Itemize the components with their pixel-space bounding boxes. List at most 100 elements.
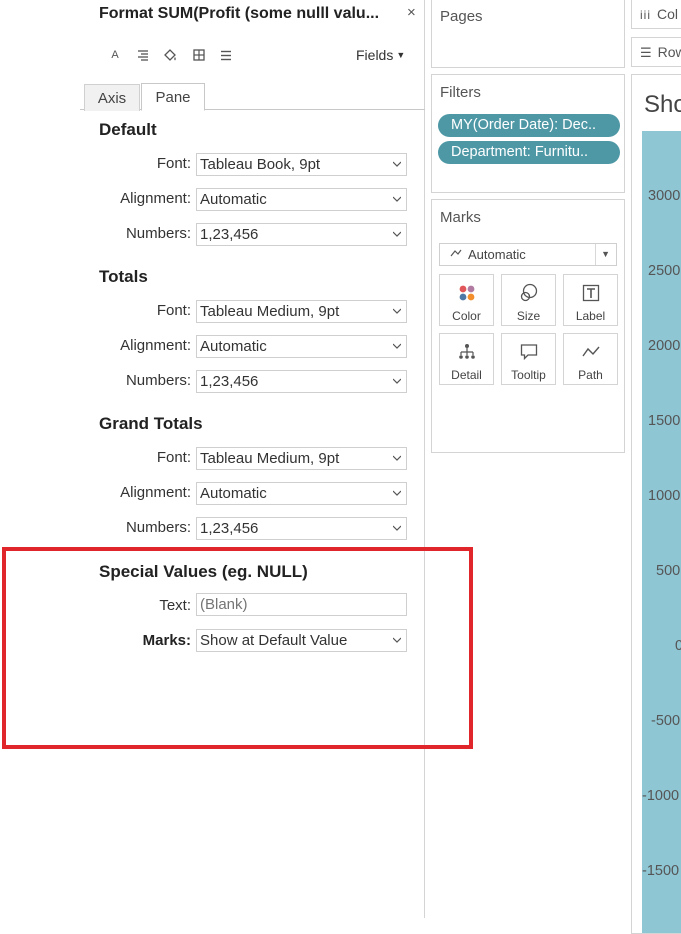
- totals-font-label: Font:: [156, 302, 191, 319]
- borders-icon[interactable]: [190, 46, 208, 64]
- marks-detail-button[interactable]: Detail: [439, 333, 494, 385]
- chevron-down-icon: [393, 308, 401, 314]
- marks-color-button[interactable]: Color: [439, 274, 494, 326]
- default-numbers-value: 1,23,456: [200, 226, 259, 243]
- marks-path-button[interactable]: Path: [563, 333, 618, 385]
- grand-totals-font-dropdown[interactable]: Tableau Medium, 9pt: [196, 447, 407, 470]
- mark-type-value: Automatic: [468, 247, 526, 262]
- bar-mark[interactable]: [642, 131, 681, 933]
- y-tick: -1000: [642, 788, 680, 804]
- highlight-box: [2, 547, 473, 749]
- marks-tooltip-label: Tooltip: [511, 368, 546, 382]
- chevron-down-icon: [393, 490, 401, 496]
- totals-alignment-dropdown[interactable]: Automatic: [196, 335, 407, 358]
- filter-pill-department[interactable]: Department: Furnitu..: [438, 141, 620, 164]
- section-default-title: Default: [99, 120, 157, 139]
- fields-dropdown[interactable]: Fields ▼: [356, 47, 405, 63]
- chevron-down-icon: [393, 525, 401, 531]
- default-font-label: Font:: [156, 155, 191, 172]
- default-numbers-label: Numbers:: [125, 225, 191, 242]
- marks-size-button[interactable]: Size: [501, 274, 556, 326]
- lines-icon[interactable]: [217, 46, 235, 64]
- tab-axis[interactable]: Axis: [84, 84, 140, 111]
- section-totals-title: Totals: [99, 267, 148, 286]
- grand-totals-alignment-label: Alignment:: [120, 484, 191, 501]
- y-tick: 2000: [648, 338, 681, 354]
- y-tick: -500: [651, 713, 681, 729]
- default-numbers-dropdown[interactable]: 1,23,456: [196, 223, 407, 246]
- marks-color-label: Color: [452, 309, 481, 323]
- caret-down-icon: ▼: [396, 50, 406, 60]
- line-mark-icon: [450, 249, 462, 257]
- chevron-down-icon: [393, 196, 401, 202]
- shading-icon[interactable]: [161, 46, 179, 64]
- grand-totals-alignment-dropdown[interactable]: Automatic: [196, 482, 407, 505]
- chevron-down-icon: [393, 231, 401, 237]
- grand-totals-alignment-value: Automatic: [200, 485, 267, 502]
- default-font-value: Tableau Book, 9pt: [200, 156, 321, 173]
- totals-numbers-value: 1,23,456: [200, 373, 259, 390]
- size-icon: [520, 283, 537, 302]
- rows-shelf[interactable]: ☰ Row: [631, 37, 681, 67]
- font-icon[interactable]: A: [106, 46, 124, 64]
- y-tick: 500: [656, 563, 681, 579]
- totals-font-dropdown[interactable]: Tableau Medium, 9pt: [196, 300, 407, 323]
- y-tick: 0: [675, 638, 681, 654]
- label-icon: [582, 284, 599, 302]
- totals-numbers-dropdown[interactable]: 1,23,456: [196, 370, 407, 393]
- chevron-down-icon: [393, 455, 401, 461]
- marks-path-label: Path: [578, 368, 603, 382]
- pages-title: Pages: [440, 8, 483, 25]
- rows-icon: ☰: [640, 45, 652, 60]
- close-icon[interactable]: ×: [407, 4, 416, 21]
- grand-totals-font-label: Font:: [156, 449, 191, 466]
- tab-pane[interactable]: Pane: [141, 83, 205, 111]
- y-tick: 1000: [648, 488, 681, 504]
- section-grand-totals-title: Grand Totals: [99, 414, 203, 433]
- view-title: Sho: [644, 91, 681, 118]
- color-icon: [459, 285, 474, 301]
- format-pane-title: Format SUM(Profit (some nulll valu...: [99, 5, 380, 22]
- chevron-down-icon: [393, 161, 401, 167]
- marks-detail-label: Detail: [451, 368, 482, 382]
- filters-card: Filters MY(Order Date): Dec.. Department…: [431, 74, 625, 193]
- totals-font-value: Tableau Medium, 9pt: [200, 303, 340, 320]
- totals-alignment-label: Alignment:: [120, 337, 191, 354]
- totals-numbers-label: Numbers:: [125, 372, 191, 389]
- mark-type-dropdown[interactable]: Automatic ▼: [439, 243, 617, 266]
- marks-label-button[interactable]: Label: [563, 274, 618, 326]
- grand-totals-font-value: Tableau Medium, 9pt: [200, 450, 340, 467]
- y-tick: 3000: [648, 188, 681, 204]
- grand-totals-numbers-value: 1,23,456: [200, 520, 259, 537]
- y-tick: 1500: [648, 413, 681, 429]
- path-icon: [581, 346, 600, 357]
- default-alignment-value: Automatic: [200, 191, 267, 208]
- viz-view[interactable]: Sho 3000 2500 2000 1500 1000 500 0 -500 …: [631, 74, 681, 934]
- rows-label: Row: [657, 44, 681, 60]
- detail-icon: [458, 344, 475, 359]
- pages-card[interactable]: Pages: [431, 0, 625, 68]
- filter-pill-order-date[interactable]: MY(Order Date): Dec..: [438, 114, 620, 137]
- marks-title: Marks: [440, 209, 481, 226]
- totals-alignment-value: Automatic: [200, 338, 267, 355]
- format-pane: Format SUM(Profit (some nulll valu... × …: [80, 0, 425, 918]
- default-alignment-label: Alignment:: [120, 190, 191, 207]
- marks-label-label: Label: [575, 309, 606, 323]
- marks-size-label: Size: [516, 309, 541, 323]
- marks-card: Marks Automatic ▼ Color Size Label Detai…: [431, 199, 625, 453]
- y-tick: 2500: [648, 263, 681, 279]
- fields-label: Fields: [356, 47, 394, 63]
- columns-shelf[interactable]: iii Col: [631, 0, 681, 29]
- chevron-down-icon: [393, 378, 401, 384]
- columns-label: Col: [657, 6, 679, 22]
- caret-down-icon: ▼: [601, 249, 610, 259]
- grand-totals-numbers-dropdown[interactable]: 1,23,456: [196, 517, 407, 540]
- tooltip-icon: [520, 344, 537, 361]
- default-font-dropdown[interactable]: Tableau Book, 9pt: [196, 153, 407, 176]
- columns-icon: iii: [640, 8, 651, 22]
- alignment-icon[interactable]: [134, 46, 152, 64]
- default-alignment-dropdown[interactable]: Automatic: [196, 188, 407, 211]
- filters-title: Filters: [440, 84, 481, 101]
- chevron-down-icon: [393, 343, 401, 349]
- marks-tooltip-button[interactable]: Tooltip: [501, 333, 556, 385]
